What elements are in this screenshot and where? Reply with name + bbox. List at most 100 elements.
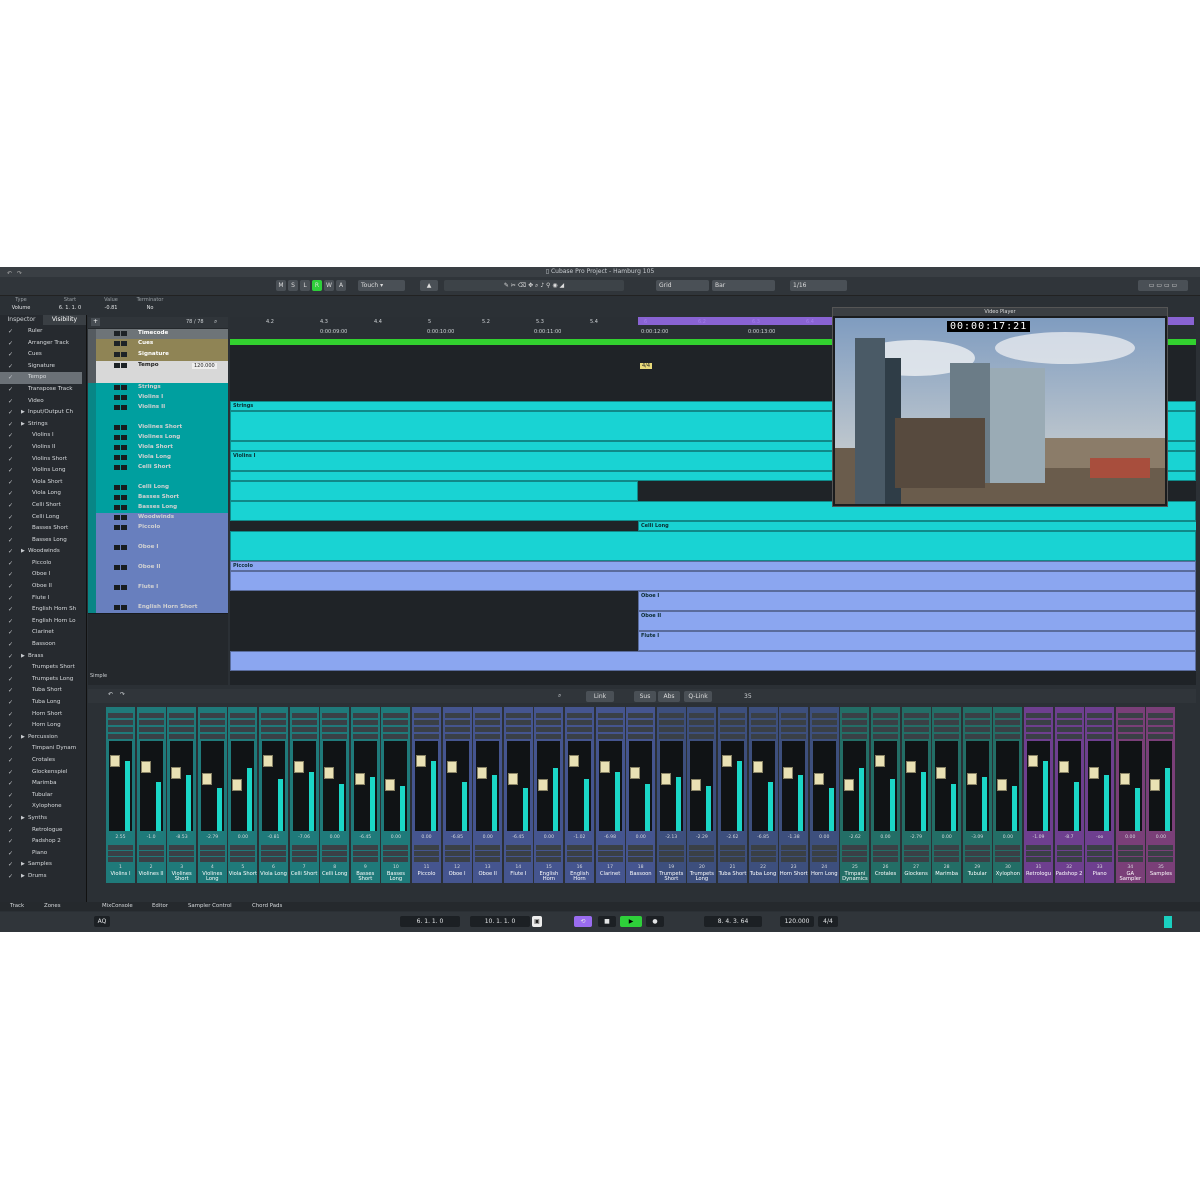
- channel-routing-slot[interactable]: [934, 720, 960, 725]
- volume-readout[interactable]: 2.55: [106, 835, 135, 840]
- volume-readout[interactable]: -8.53: [167, 835, 196, 840]
- checkmark-icon[interactable]: ✓: [8, 326, 13, 338]
- channel-name[interactable]: Trumpets Long: [687, 871, 716, 882]
- checkmark-icon[interactable]: ✓: [8, 755, 13, 767]
- channel-routing-slot[interactable]: [903, 727, 929, 732]
- channel-name[interactable]: Xylophon: [993, 871, 1022, 877]
- visibility-item[interactable]: ✓ Flute I: [0, 593, 82, 605]
- channel-routing-slot[interactable]: [903, 713, 929, 718]
- visibility-item[interactable]: ✓ ▶ Woodwinds: [0, 546, 82, 558]
- track-row[interactable]: Tempo 120.000: [88, 361, 228, 384]
- checkmark-icon[interactable]: ✓: [8, 697, 13, 709]
- cycle-button[interactable]: ⟲: [574, 916, 592, 927]
- channel-routing-slot[interactable]: [1056, 734, 1082, 739]
- channel-name[interactable]: Padshop 2: [1055, 871, 1084, 877]
- channel-routing-slot[interactable]: [658, 734, 684, 739]
- channel-name[interactable]: English Horn: [565, 871, 594, 882]
- channel-routing-slot[interactable]: [995, 713, 1021, 718]
- rw-buttons[interactable]: [873, 851, 898, 856]
- channel-routing-slot[interactable]: [689, 720, 715, 725]
- channel-routing-slot[interactable]: [842, 734, 868, 739]
- channel-name[interactable]: Basses Short: [351, 871, 380, 882]
- volume-fader[interactable]: [1028, 755, 1038, 767]
- rw-buttons[interactable]: [414, 857, 439, 862]
- channel-name[interactable]: Clarinet: [596, 871, 625, 877]
- rw-buttons[interactable]: [689, 845, 715, 850]
- checkmark-icon[interactable]: ✓: [8, 871, 13, 883]
- rw-buttons[interactable]: [720, 857, 745, 862]
- rw-buttons[interactable]: [352, 857, 378, 862]
- volume-readout[interactable]: 0.00: [228, 835, 257, 840]
- mute-button[interactable]: [114, 605, 120, 610]
- volume-fader[interactable]: [110, 755, 120, 767]
- volume-fader[interactable]: [1119, 773, 1130, 785]
- channel-routing-slot[interactable]: [261, 727, 286, 732]
- rw-buttons[interactable]: [199, 845, 225, 850]
- rw-buttons[interactable]: [138, 857, 164, 862]
- select-tool[interactable]: ▲: [420, 280, 438, 291]
- expand-triangle-icon[interactable]: ▶: [21, 859, 25, 871]
- mute-button[interactable]: [114, 385, 120, 390]
- solo-button[interactable]: [121, 405, 127, 410]
- solo-button[interactable]: [121, 565, 127, 570]
- rw-buttons[interactable]: [444, 845, 470, 850]
- checkmark-icon[interactable]: ✓: [8, 535, 13, 547]
- rw-buttons[interactable]: [261, 857, 286, 862]
- track-row[interactable]: Piccolo: [88, 523, 228, 544]
- channel-routing-slot[interactable]: [138, 734, 164, 739]
- visibility-item[interactable]: ✓ Oboe I: [0, 569, 82, 581]
- channel-routing-slot[interactable]: [1026, 734, 1051, 739]
- tab-sampler-control[interactable]: Sampler Control: [188, 903, 232, 909]
- visibility-item[interactable]: ✓ English Horn Sh: [0, 604, 82, 616]
- rw-buttons[interactable]: [750, 845, 776, 850]
- stop-button[interactable]: ■: [598, 916, 616, 927]
- checkmark-icon[interactable]: ✓: [8, 477, 13, 489]
- channel-routing-slot[interactable]: [1148, 734, 1174, 739]
- channel-routing-slot[interactable]: [781, 734, 807, 739]
- channel-name[interactable]: Crotales: [871, 871, 900, 877]
- channel-routing-slot[interactable]: [597, 713, 623, 718]
- rw-buttons[interactable]: [536, 851, 562, 856]
- rw-buttons[interactable]: [169, 851, 195, 856]
- channel-routing-slot[interactable]: [781, 727, 807, 732]
- channel-routing-slot[interactable]: [628, 713, 654, 718]
- rw-buttons[interactable]: [536, 845, 562, 850]
- lock-icon[interactable]: ▣: [532, 916, 542, 927]
- channel-name[interactable]: Timpani Dynamics: [840, 871, 869, 882]
- tab-chord-pads[interactable]: Chord Pads: [252, 903, 282, 909]
- rw-buttons[interactable]: [658, 851, 684, 856]
- volume-readout[interactable]: 0.00: [932, 835, 961, 840]
- event-clip[interactable]: [230, 481, 638, 501]
- rw-buttons[interactable]: [750, 851, 776, 856]
- sus-button[interactable]: Sus: [634, 691, 656, 702]
- channel-routing-slot[interactable]: [964, 720, 990, 725]
- channel-routing-slot[interactable]: [1117, 734, 1143, 739]
- visibility-item[interactable]: ✓ Marimba: [0, 778, 82, 790]
- rw-buttons[interactable]: [995, 857, 1021, 862]
- rw-buttons[interactable]: [1056, 851, 1082, 856]
- rw-buttons[interactable]: [475, 845, 501, 850]
- rw-buttons[interactable]: [781, 857, 807, 862]
- channel-name[interactable]: Piccolo: [412, 871, 441, 877]
- quantize-select[interactable]: 1/16: [790, 280, 847, 291]
- channel-routing-slot[interactable]: [842, 713, 868, 718]
- visibility-item[interactable]: ✓ Piano: [0, 848, 82, 860]
- checkmark-icon[interactable]: ✓: [8, 859, 13, 871]
- channel-routing-slot[interactable]: [199, 727, 225, 732]
- visibility-item[interactable]: ✓ Tubular: [0, 790, 82, 802]
- visibility-item[interactable]: ✓ ▶ Samples: [0, 859, 82, 871]
- checkmark-icon[interactable]: ✓: [8, 407, 13, 419]
- track-row[interactable]: Violins II: [88, 403, 228, 424]
- volume-readout[interactable]: 0.00: [993, 835, 1022, 840]
- volume-readout[interactable]: -2.62: [840, 835, 869, 840]
- channel-routing-slot[interactable]: [934, 734, 960, 739]
- toolbar-a-button[interactable]: A: [336, 280, 346, 291]
- visibility-item[interactable]: ✓ Trumpets Short: [0, 662, 82, 674]
- channel-routing-slot[interactable]: [567, 727, 592, 732]
- visibility-item[interactable]: ✓ ▶ Strings: [0, 419, 82, 431]
- visibility-item[interactable]: ✓ Signature: [0, 361, 82, 373]
- checkmark-icon[interactable]: ✓: [8, 500, 13, 512]
- volume-readout[interactable]: 0.00: [1116, 835, 1145, 840]
- rw-buttons[interactable]: [1026, 851, 1051, 856]
- channel-routing-slot[interactable]: [903, 734, 929, 739]
